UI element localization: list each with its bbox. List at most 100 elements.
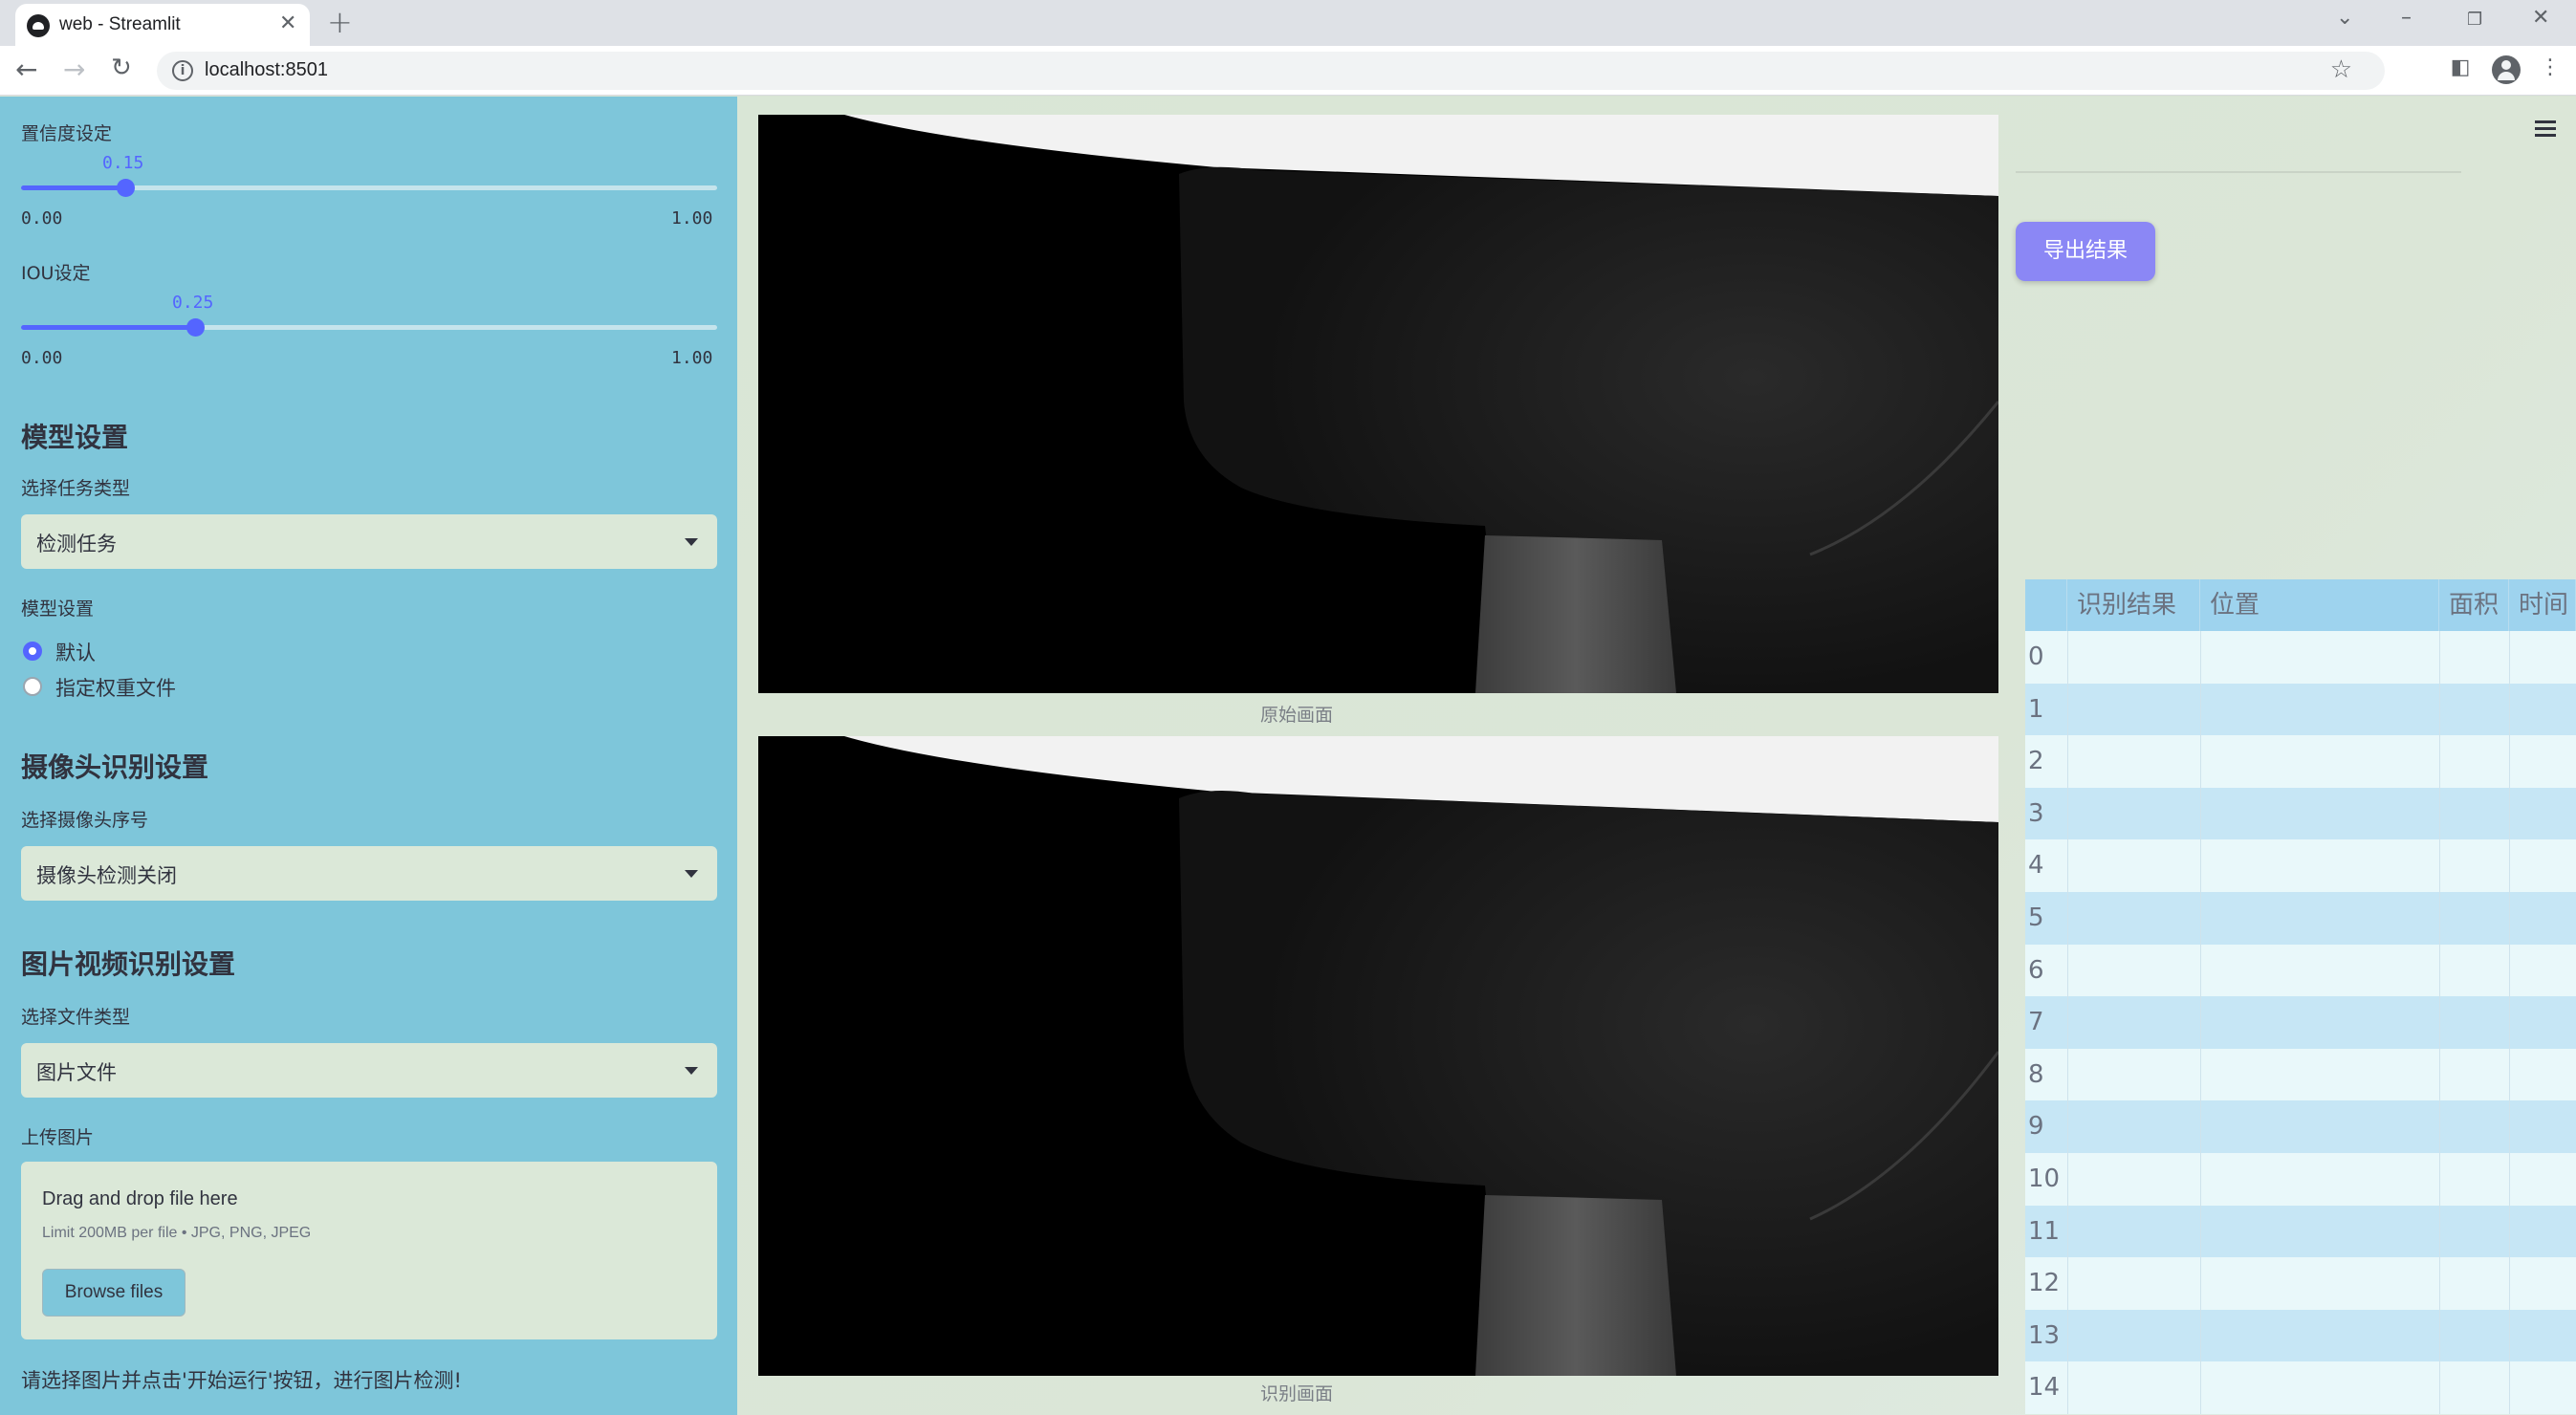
row-index: 2 [2028,747,2044,776]
address-bar[interactable]: i localhost:8501 ☆ [157,52,2385,90]
cell-divider [2067,892,2068,945]
browser-menu-kebab-icon[interactable]: ⋮ [2538,55,2563,80]
cell-divider [2200,1361,2201,1414]
table-header-position[interactable]: 位置 [2200,579,2439,631]
forward-arrow-icon[interactable]: → [63,54,85,85]
cell-divider [2200,631,2201,684]
confidence-label: 置信度设定 [21,123,113,144]
table-header-result[interactable]: 识别结果 [2067,579,2200,631]
row-index: 8 [2028,1059,2044,1089]
iou-value: 0.25 [172,293,214,313]
camera-index-select[interactable]: 摄像头检测关闭 [21,846,717,901]
side-panel-icon[interactable]: ◧ [2448,55,2473,80]
row-index: 12 [2028,1269,2061,1298]
confidence-slider[interactable] [21,179,717,197]
table-row[interactable]: 14 [2025,1361,2576,1414]
site-info-icon[interactable]: i [172,60,193,81]
result-image [758,736,1998,1376]
iou-slider-fill [21,325,195,330]
table-row[interactable]: 0 [2025,631,2576,684]
iou-slider[interactable] [21,318,717,337]
table-row[interactable]: 5 [2025,892,2576,945]
table-row[interactable]: 12 [2025,1257,2576,1310]
cell-divider [2200,1100,2201,1153]
table-row[interactable]: 3 [2025,787,2576,840]
back-arrow-icon[interactable]: ← [15,54,37,85]
browser-tab[interactable]: web - Streamlit ✕ [15,4,310,46]
cell-divider [2439,683,2440,736]
table-row[interactable]: 1 [2025,683,2576,736]
browser-tab-bar: web - Streamlit ✕ + ⌄ – ❐ ✕ [0,0,2576,46]
file-uploader-dropzone[interactable]: Drag and drop file here Limit 200MB per … [21,1162,717,1339]
bookmark-star-icon[interactable]: ☆ [2330,55,2352,84]
cell-divider [2067,1153,2068,1206]
camera-settings-heading: 摄像头识别设置 [21,751,209,783]
table-row[interactable]: 4 [2025,839,2576,892]
row-index: 4 [2028,851,2044,881]
cell-divider [2439,1361,2440,1414]
cell-divider [2439,1100,2440,1153]
tab-title: web - Streamlit [59,14,181,34]
table-row[interactable]: 9 [2025,1100,2576,1153]
cell-divider [2200,1205,2201,1258]
task-type-select[interactable]: 检测任务 [21,514,717,569]
table-row[interactable]: 6 [2025,944,2576,997]
table-row[interactable]: 8 [2025,1048,2576,1101]
profile-avatar-icon[interactable] [2492,55,2521,84]
cell-divider [2200,996,2201,1049]
caret-down-icon [685,870,698,878]
iou-label: IOU设定 [21,263,91,284]
browser-toolbar: ← → ↻ i localhost:8501 ☆ ◧ ⋮ [0,46,2576,96]
table-row[interactable]: 7 [2025,996,2576,1049]
cell-divider [2067,735,2068,788]
radio-custom-weights-button[interactable] [23,677,42,696]
table-row[interactable]: 2 [2025,735,2576,788]
confidence-slider-fill [21,185,126,190]
sidebar: 置信度设定 0.15 0.00 1.00 IOU设定 0.25 0.00 1.0… [0,97,737,1415]
instruction-note: 请选择图片并点击'开始运行'按钮，进行图片检测! [21,1369,462,1392]
iou-max: 1.00 [671,348,713,368]
export-results-button[interactable]: 导出结果 [2016,222,2155,281]
table-header-area[interactable]: 面积 [2439,579,2509,631]
cell-divider [2439,944,2440,997]
cell-divider [2067,787,2068,840]
task-type-label: 选择任务类型 [21,478,131,499]
file-type-select[interactable]: 图片文件 [21,1043,717,1098]
cell-divider [2439,996,2440,1049]
confidence-max: 1.00 [671,208,713,229]
cell-divider [2200,1257,2201,1310]
reload-icon[interactable]: ↻ [111,54,132,82]
confidence-value: 0.15 [102,153,144,173]
cell-divider [2067,1257,2068,1310]
table-row[interactable]: 11 [2025,1205,2576,1258]
cell-divider [2200,683,2201,736]
window-close-icon[interactable]: ✕ [2532,6,2549,30]
restore-icon[interactable]: ❐ [2467,10,2482,30]
minimize-icon[interactable]: – [2401,6,2412,30]
cell-divider [2439,1309,2440,1362]
table-row[interactable]: 13 [2025,1309,2576,1362]
hamburger-menu-icon[interactable] [2535,120,2556,138]
confidence-slider-thumb[interactable] [117,179,136,197]
radio-custom-weights-label: 指定权重文件 [55,677,176,700]
cell-divider [2200,1309,2201,1362]
cell-divider [2509,1361,2510,1414]
model-label: 模型设置 [21,599,95,620]
camera-index-value: 摄像头检测关闭 [36,864,177,887]
new-tab-plus-icon[interactable]: + [327,4,353,40]
cell-divider [2439,735,2440,788]
cell-divider [2200,1153,2201,1206]
row-index: 13 [2028,1320,2061,1350]
tab-close-icon[interactable]: ✕ [279,11,296,35]
cell-divider [2439,1153,2440,1206]
iou-slider-thumb[interactable] [186,318,205,337]
cell-divider [2509,839,2510,892]
tab-search-chevron-icon[interactable]: ⌄ [2336,6,2353,30]
cell-divider [2200,1048,2201,1101]
browse-files-button[interactable]: Browse files [42,1269,186,1317]
table-header-time[interactable]: 时间 [2509,579,2576,631]
cell-divider [2067,631,2068,684]
radio-default-button[interactable] [23,642,42,661]
table-row[interactable]: 10 [2025,1153,2576,1206]
url-text: localhost:8501 [205,59,328,80]
